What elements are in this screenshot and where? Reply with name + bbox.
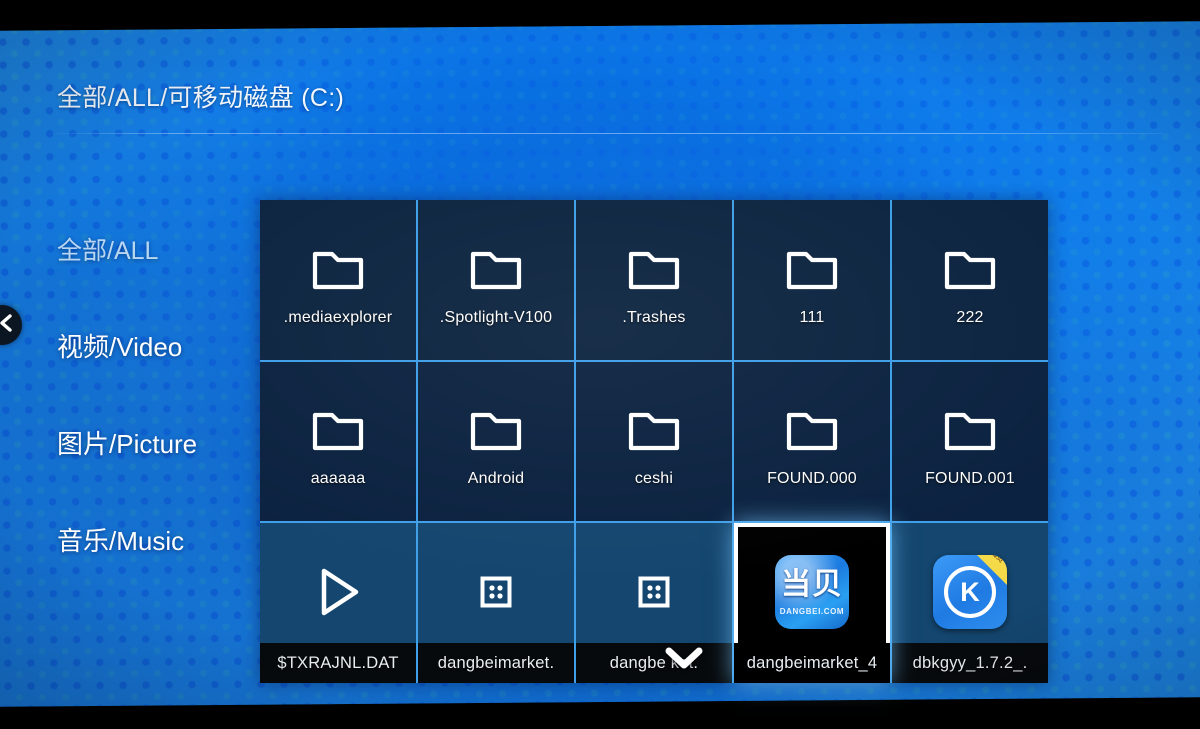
file-cell[interactable]: .Trashes [576,200,732,360]
file-cell[interactable]: .mediaexplorer [260,200,416,360]
file-label: ceshi [634,470,674,488]
file-cell[interactable]: $TXRAJNL.DAT [260,523,416,683]
file-label: dangbeimarket. [418,643,574,683]
file-label: Android [467,470,525,488]
folder-icon [470,233,522,303]
folder-icon [312,233,364,303]
chevron-down-icon[interactable] [664,645,704,676]
file-label: 222 [956,308,984,326]
folder-icon [944,394,996,464]
file-label: $TXRAJNL.DAT [260,643,416,683]
sidebar: 全部/ALL 视频/Video 图片/Picture 音乐/Music [0,200,245,588]
file-label: aaaaaa [310,470,366,488]
file-label: dangbe ket. [576,643,732,683]
apk-file-icon [480,549,512,635]
file-cell[interactable]: aaaaaa [260,361,416,522]
folder-icon [786,233,838,303]
dangbei-logo-text: 当贝 [781,568,843,602]
folder-icon [470,394,522,464]
sidebar-item-label: 视频/Video [57,332,183,362]
file-cell-selected[interactable]: 当贝 DANGBEI.COM dangbeimarket_4 [734,523,890,683]
sidebar-item-picture[interactable]: 图片/Picture [0,394,245,491]
file-label: dbkgyy_1.7.2_. [892,643,1048,683]
file-cell[interactable]: FOUND.001 [892,361,1048,522]
file-grid: .mediaexplorer .Spotlight-V100 .Trashes [260,200,1048,683]
file-cell[interactable]: 222 [892,200,1048,360]
file-label: FOUND.001 [925,470,1015,488]
file-cell[interactable]: FOUND.000 [734,361,890,522]
file-cell[interactable]: 111 [734,200,890,360]
file-cell[interactable]: Android [418,361,574,522]
dangbei-app-icon: 当贝 DANGBEI.COM [775,549,849,635]
file-label: .Spotlight-V100 [439,308,553,326]
file-cell[interactable]: ceshi [576,361,732,522]
folder-icon [944,233,996,303]
folder-icon [628,233,680,303]
file-cell[interactable]: dangbeimarket. [418,523,574,683]
sidebar-item-video[interactable]: 视频/Video [0,297,245,394]
breadcrumb: 全部/ALL/可移动磁盘 (C:) [57,84,345,112]
sidebar-item-label: 音乐/Music [57,526,185,556]
dangbei-logo-url: DANGBEI.COM [779,607,845,617]
kuyun-app-icon: K 当贝 [933,549,1007,635]
folder-icon [312,394,364,464]
sidebar-item-music[interactable]: 音乐/Music [0,491,245,588]
file-cell[interactable]: dangbe ket. [576,523,732,683]
sidebar-item-all[interactable]: 全部/ALL [0,200,245,297]
folder-icon [786,394,838,464]
sidebar-item-label: 全部/ALL [57,236,159,265]
file-label: .mediaexplorer [283,308,393,326]
file-cell[interactable]: .Spotlight-V100 [418,200,574,360]
file-cell[interactable]: K 当贝 dbkgyy_1.7.2_. [892,523,1048,683]
folder-icon [628,394,680,464]
apk-file-icon [638,549,670,635]
tv-file-manager-screen: 全部/ALL/可移动磁盘 (C:) 全部/ALL 视频/Video 图片/Pic… [0,0,1200,729]
play-icon [311,549,365,635]
sidebar-item-label: 图片/Picture [57,429,198,459]
file-label: FOUND.000 [767,470,857,488]
file-label: 111 [799,308,825,326]
file-label: dangbeimarket_4 [734,643,890,683]
file-label: .Trashes [622,308,686,326]
header-divider [44,133,1162,134]
